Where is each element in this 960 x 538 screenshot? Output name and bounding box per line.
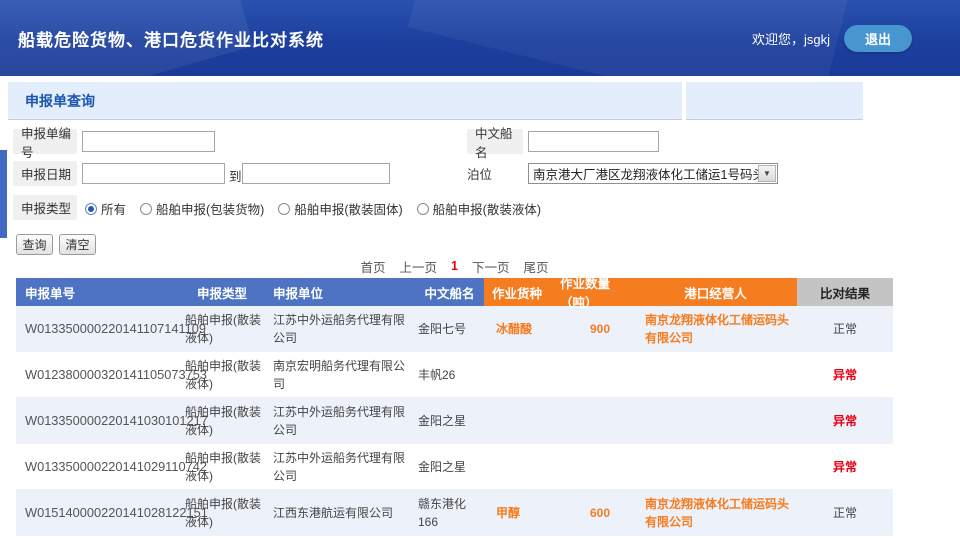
cell-ship-name: 金阳之星 <box>415 398 484 443</box>
date-from-input[interactable] <box>82 163 225 184</box>
clear-button[interactable]: 清空 <box>59 234 96 255</box>
ship-name-label: 中文船名 <box>467 129 523 154</box>
cell-cargo <box>484 444 560 489</box>
col-declaration-no: 申报单号 <box>16 278 180 306</box>
date-to-text: 到 <box>229 166 242 185</box>
radio-type-packaged[interactable]: 船舶申报(包装货物) <box>140 199 264 218</box>
radio-icon <box>278 203 290 215</box>
left-panel-strip <box>0 150 7 238</box>
col-ship-name: 中文船名 <box>415 278 484 306</box>
date-to-input[interactable] <box>242 163 390 184</box>
ship-name-input[interactable] <box>528 131 659 152</box>
radio-type-all[interactable]: 所有 <box>85 199 126 218</box>
cell-declaration-no: W013350000220141107141109 <box>16 306 180 351</box>
radio-icon <box>417 203 429 215</box>
cell-type: 船舶申报(散装液体) <box>180 490 268 535</box>
table-header-row: 申报单号 申报类型 申报单位 中文船名 作业货种 作业数量（吨） 港口经营人 比… <box>16 278 893 306</box>
date-label: 申报日期 <box>13 161 77 186</box>
cell-unit: 江苏中外运船务代理有限公司 <box>268 444 415 489</box>
cell-ship-name: 赣东港化166 <box>415 490 484 535</box>
cell-unit: 江西东港航运有限公司 <box>268 490 415 535</box>
cell-type: 船舶申报(散装液体) <box>180 398 268 443</box>
section-title: 申报单查询 <box>8 91 95 111</box>
cell-declaration-no: W012380000320141105073753 <box>16 352 180 397</box>
cell-ship-name: 丰帆26 <box>415 352 484 397</box>
cell-operator <box>640 398 797 443</box>
pagination-current-page: 1 <box>451 259 458 273</box>
cell-quantity <box>560 352 640 397</box>
cell-ship-name: 金阳之星 <box>415 444 484 489</box>
cell-quantity: 600 <box>560 490 640 535</box>
cell-operator <box>640 352 797 397</box>
declaration-no-label: 申报单编号 <box>13 129 77 154</box>
cell-cargo: 甲醇 <box>484 490 560 535</box>
cell-declaration-no: W013350000220141030101217 <box>16 398 180 443</box>
cell-quantity: 900 <box>560 306 640 351</box>
berth-selected-value: 南京港大厂港区龙翔液体化工储运1号码头 <box>529 164 758 183</box>
chevron-down-icon[interactable]: ▼ <box>758 165 776 182</box>
cell-operator: 南京龙翔液体化工储运码头有限公司 <box>640 490 797 535</box>
cell-declaration-no: W013350000220141029110742 <box>16 444 180 489</box>
cell-result: 正常 <box>797 490 893 535</box>
declaration-no-input[interactable] <box>82 131 215 152</box>
col-operator: 港口经营人 <box>640 278 797 306</box>
col-quantity: 作业数量（吨） <box>560 278 640 306</box>
col-cargo: 作业货种 <box>484 278 560 306</box>
logout-button[interactable]: 退出 <box>844 25 912 52</box>
cell-quantity <box>560 398 640 443</box>
page: 船载危险货物、港口危货作业比对系统 欢迎您，jsgkj 退出 申报单查询 申报单… <box>0 0 960 538</box>
col-unit: 申报单位 <box>268 278 415 306</box>
section-header-spacer <box>686 82 863 120</box>
radio-icon <box>85 203 97 215</box>
cell-unit: 江苏中外运船务代理有限公司 <box>268 398 415 443</box>
col-result: 比对结果 <box>797 278 893 306</box>
pagination-prev[interactable]: 上一页 <box>400 257 438 276</box>
berth-select[interactable]: 南京港大厂港区龙翔液体化工储运1号码头 ▼ <box>528 163 778 184</box>
radio-type-bulk-solid[interactable]: 船舶申报(散装固体) <box>278 199 402 218</box>
app-title: 船载危险货物、港口危货作业比对系统 <box>0 26 324 51</box>
app-header: 船载危险货物、港口危货作业比对系统 欢迎您，jsgkj 退出 <box>0 0 960 76</box>
radio-icon <box>140 203 152 215</box>
header-right: 欢迎您，jsgkj 退出 <box>752 25 960 52</box>
cell-cargo <box>484 352 560 397</box>
table-row: W012380000320141105073753 船舶申报(散装液体) 南京宏… <box>16 352 893 398</box>
table-row: W015140000220141028122151 船舶申报(散装液体) 江西东… <box>16 490 893 536</box>
results-table: 申报单号 申报类型 申报单位 中文船名 作业货种 作业数量（吨） 港口经营人 比… <box>16 278 893 536</box>
table-row: W013350000220141029110742 船舶申报(散装液体) 江苏中… <box>16 444 893 490</box>
col-type: 申报类型 <box>180 278 268 306</box>
cell-result: 正常 <box>797 306 893 351</box>
cell-cargo <box>484 398 560 443</box>
pagination: 首页 上一页 1 下一页 尾页 <box>16 258 893 274</box>
cell-result: 异常 <box>797 398 893 443</box>
welcome-text: 欢迎您，jsgkj <box>752 29 830 48</box>
pagination-first[interactable]: 首页 <box>360 257 385 276</box>
cell-type: 船舶申报(散装液体) <box>180 306 268 351</box>
table-row: W013350000220141107141109 船舶申报(散装液体) 江苏中… <box>16 306 893 352</box>
type-label: 申报类型 <box>13 195 77 220</box>
cell-ship-name: 金阳七号 <box>415 306 484 351</box>
query-button[interactable]: 查询 <box>16 234 53 255</box>
cell-unit: 南京宏明船务代理有限公司 <box>268 352 415 397</box>
type-radio-group: 所有 船舶申报(包装货物) 船舶申报(散装固体) 船舶申报(散装液体) <box>85 196 555 221</box>
table-row: W013350000220141030101217 船舶申报(散装液体) 江苏中… <box>16 398 893 444</box>
berth-label: 泊位 <box>467 161 492 186</box>
radio-type-bulk-liquid[interactable]: 船舶申报(散装液体) <box>417 199 541 218</box>
section-header: 申报单查询 <box>8 82 682 120</box>
pagination-last[interactable]: 尾页 <box>523 257 548 276</box>
cell-quantity <box>560 444 640 489</box>
cell-declaration-no: W015140000220141028122151 <box>16 490 180 535</box>
cell-cargo: 冰醋酸 <box>484 306 560 351</box>
cell-result: 异常 <box>797 444 893 489</box>
cell-result: 异常 <box>797 352 893 397</box>
cell-type: 船舶申报(散装液体) <box>180 352 268 397</box>
cell-operator <box>640 444 797 489</box>
pagination-next[interactable]: 下一页 <box>472 257 510 276</box>
cell-unit: 江苏中外运船务代理有限公司 <box>268 306 415 351</box>
cell-operator: 南京龙翔液体化工储运码头有限公司 <box>640 306 797 351</box>
cell-type: 船舶申报(散装液体) <box>180 444 268 489</box>
